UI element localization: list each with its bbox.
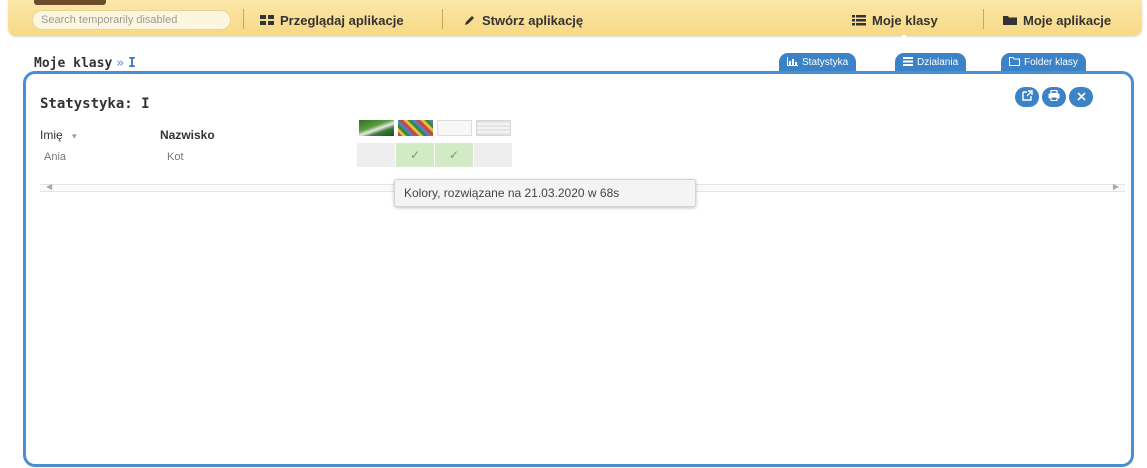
- panel-title: Statystyka: I: [40, 96, 150, 112]
- result-cell-solved[interactable]: ✓: [396, 143, 434, 167]
- nav-my-apps-label: Moje aplikacje: [1023, 12, 1112, 28]
- nav-my-classes-label: Moje klasy: [872, 12, 938, 28]
- nav-separator: [442, 9, 443, 29]
- close-button[interactable]: [1069, 87, 1093, 107]
- app-thumbnail-2[interactable]: [398, 120, 433, 136]
- nav-my-classes[interactable]: Moje klasy: [852, 10, 938, 40]
- grid-icon: [260, 14, 274, 26]
- print-icon: [1048, 88, 1060, 106]
- result-tooltip: Kolory, rozwiązane na 21.03.2020 w 68s: [394, 179, 696, 207]
- print-button[interactable]: [1042, 87, 1066, 107]
- tab-folder-klasy[interactable]: Folder klasy: [1001, 53, 1086, 72]
- scroll-left-icon[interactable]: ◀: [46, 182, 52, 191]
- search-input[interactable]: Search temporarily disabled: [32, 10, 231, 30]
- nav-browse-label: Przeglądaj aplikacje: [280, 12, 404, 28]
- app-thumbnail-1[interactable]: [359, 120, 394, 136]
- breadcrumb-root[interactable]: Moje klasy: [34, 56, 112, 71]
- nav-separator: [243, 9, 244, 29]
- breadcrumb-current[interactable]: I: [128, 56, 136, 71]
- folder-icon: [1009, 56, 1020, 69]
- tab-dzialania[interactable]: Dzialania: [895, 53, 967, 72]
- close-icon: [1076, 88, 1086, 106]
- tab-statystyka-label: Statystyka: [802, 57, 849, 68]
- result-cell-solved[interactable]: ✓: [435, 143, 473, 167]
- nav-create-label: Stwórz aplikację: [482, 12, 584, 28]
- nav-browse-apps[interactable]: Przeglądaj aplikacje: [260, 10, 404, 30]
- breadcrumb-separator: »: [116, 56, 125, 71]
- breadcrumb: Moje klasy » I: [34, 56, 136, 71]
- list-icon: [852, 14, 866, 26]
- logo[interactable]: [34, 0, 106, 5]
- nav-separator: [983, 9, 984, 29]
- column-header-first-name-label: Imię: [40, 128, 63, 142]
- external-link-icon: [1021, 88, 1033, 106]
- bar-chart-icon: [787, 56, 798, 69]
- result-cell-empty[interactable]: [357, 143, 395, 167]
- pencil-icon: [463, 14, 476, 27]
- tab-folder-klasy-label: Folder klasy: [1024, 57, 1078, 68]
- column-header-last-name[interactable]: Nazwisko: [160, 128, 215, 142]
- top-nav-bar: Search temporarily disabled Przeglądaj a…: [8, 0, 1142, 40]
- open-external-button[interactable]: [1015, 87, 1039, 107]
- sort-indicator-icon: ▾: [72, 131, 77, 141]
- nav-create-app[interactable]: Stwórz aplikację: [463, 10, 583, 30]
- app-thumbnail-3[interactable]: [437, 120, 472, 136]
- folder-icon: [1003, 15, 1017, 26]
- app-thumbnail-4[interactable]: [476, 120, 511, 136]
- column-header-first-name[interactable]: Imię ▾: [40, 128, 77, 142]
- statistics-panel: Statystyka: I Imię ▾ Nazwisko Ania Kot ✓…: [23, 71, 1134, 467]
- tab-statystyka[interactable]: Statystyka: [779, 53, 857, 72]
- tab-dzialania-label: Dzialania: [917, 57, 959, 68]
- cell-first-name: Ania: [44, 151, 67, 163]
- cell-last-name: Kot: [167, 151, 184, 163]
- result-cell-empty[interactable]: [474, 143, 512, 167]
- scroll-right-icon[interactable]: ▶: [1113, 182, 1119, 191]
- nav-my-apps[interactable]: Moje aplikacje: [1003, 10, 1111, 30]
- list-icon: [903, 56, 913, 69]
